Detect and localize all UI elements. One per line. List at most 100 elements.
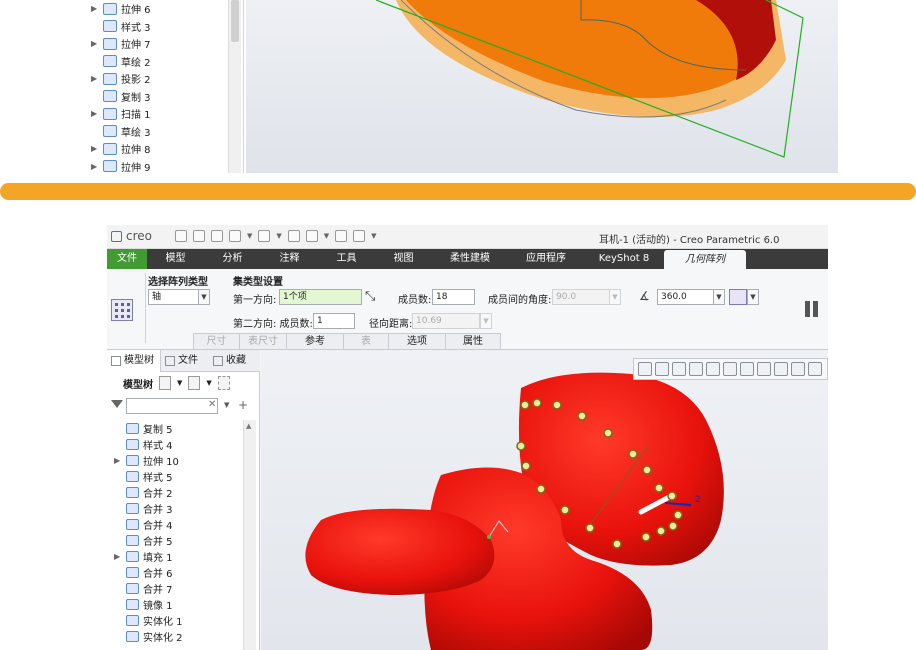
flip-direction-icon[interactable]: ⤡ [365, 289, 375, 304]
expand-arrow-icon[interactable]: ▶ [91, 144, 103, 153]
zoom-in-icon[interactable] [655, 362, 669, 376]
pattern-member-point[interactable] [603, 428, 613, 438]
tree-item[interactable]: ▶ 拉伸 9 [78, 158, 243, 176]
tree-item[interactable]: ▶ 扫描 1 [78, 105, 243, 123]
tab-tools[interactable]: 工具 [318, 249, 375, 269]
spin-center-icon[interactable] [791, 362, 805, 376]
chevron-down-icon[interactable]: ▼ [206, 379, 211, 387]
chevron-down-icon[interactable]: ▼ [198, 289, 210, 305]
radial-distance-input[interactable]: 10.69 [412, 313, 480, 329]
tab-analysis[interactable]: 分析 [204, 249, 261, 269]
pattern-member-point[interactable] [628, 449, 638, 459]
chevron-down-icon[interactable]: ▼ [609, 289, 621, 305]
open-file-icon[interactable] [193, 230, 205, 242]
subtab-properties[interactable]: 属性 [445, 333, 501, 349]
expand-arrow-icon[interactable]: ▶ [114, 456, 126, 465]
chevron-down-icon[interactable]: ▼ [713, 289, 725, 305]
redo-dropdown-icon[interactable]: ▼ [276, 232, 281, 240]
top-tree-scrollbar[interactable] [228, 0, 241, 173]
tree-item[interactable]: 复制 5 [107, 420, 242, 436]
pattern-member-point[interactable] [577, 411, 587, 421]
scroll-up-icon[interactable]: ▲ [246, 422, 251, 430]
expand-arrow-icon[interactable]: ▶ [114, 552, 126, 561]
tab-view[interactable]: 视图 [375, 249, 432, 269]
tab-model[interactable]: 模型 [147, 249, 204, 269]
add-icon[interactable]: + [238, 398, 248, 412]
customize-icon[interactable] [353, 230, 366, 242]
undo-dropdown-icon[interactable]: ▼ [247, 232, 252, 240]
tree-item[interactable]: 合并 2 [107, 484, 242, 500]
pattern-member-point[interactable] [552, 400, 562, 410]
tab-geometry-pattern[interactable]: 几何阵列 [664, 250, 746, 270]
refit-icon[interactable] [638, 362, 652, 376]
tab-file[interactable]: 文件 [107, 249, 147, 269]
close-icon[interactable]: ✕ [208, 399, 216, 410]
tree-item[interactable]: ▶ 拉伸 6 [78, 0, 243, 18]
pause-icon[interactable] [805, 301, 823, 317]
pattern-member-point[interactable] [612, 539, 622, 549]
tree-item[interactable]: 合并 6 [107, 564, 242, 580]
pattern-member-point[interactable] [532, 398, 542, 408]
dir2-members-input[interactable]: 1 [313, 313, 355, 329]
expand-arrow-icon[interactable]: ▶ [91, 74, 103, 83]
tree-scrollbar[interactable]: ▲ [243, 420, 256, 650]
repaint-icon[interactable] [689, 362, 703, 376]
pattern-member-point[interactable] [520, 400, 530, 410]
chevron-down-icon[interactable]: ▼ [747, 289, 759, 305]
tab-applications[interactable]: 应用程序 [508, 249, 584, 269]
search-input[interactable] [126, 398, 218, 414]
pattern-member-point[interactable] [668, 521, 678, 531]
pattern-member-point[interactable] [521, 461, 531, 471]
angle-between-input[interactable]: 90.0 [552, 289, 610, 305]
chevron-down-icon[interactable]: ▼ [480, 313, 492, 329]
tab-annotate[interactable]: 注释 [261, 249, 318, 269]
filter-icon[interactable] [111, 400, 123, 408]
tab-folder-browser[interactable]: 文件 [161, 350, 209, 372]
tree-item[interactable]: 实体化 2 [107, 628, 242, 644]
tree-filter-icon[interactable] [217, 376, 230, 390]
pattern-member-point[interactable] [642, 465, 652, 475]
tree-item[interactable]: 合并 5 [107, 532, 242, 548]
tree-item[interactable]: 合并 7 [107, 580, 242, 596]
pattern-member-point[interactable] [560, 505, 570, 515]
pattern-member-point[interactable] [641, 532, 651, 542]
tab-favorites[interactable]: 收藏 [209, 350, 259, 372]
subtab-dimensions[interactable]: 尺寸 [193, 333, 240, 349]
subtab-table-dimensions[interactable]: 表尺寸 [239, 333, 287, 349]
expand-arrow-icon[interactable]: ▶ [91, 4, 103, 13]
save-icon[interactable] [211, 230, 223, 242]
pattern-member-point[interactable] [585, 523, 595, 533]
annotation-display-icon[interactable] [808, 362, 822, 376]
zoom-out-icon[interactable] [672, 362, 686, 376]
tree-item[interactable]: 实体化 1 [107, 612, 242, 628]
expand-arrow-icon[interactable]: ▶ [91, 109, 103, 118]
subtab-table[interactable]: 表 [343, 333, 389, 349]
chevron-down-icon[interactable]: ▼ [224, 401, 229, 409]
tab-model-tree[interactable]: 模型树 [107, 350, 161, 372]
windows-icon[interactable] [305, 230, 318, 242]
close-window-icon[interactable] [335, 230, 348, 242]
pattern-member-point[interactable] [656, 526, 666, 536]
pattern-member-point[interactable] [654, 483, 664, 493]
more-icon[interactable]: ▼ [371, 232, 376, 240]
tree-item[interactable]: 草绘 3 [78, 123, 243, 141]
pattern-member-point[interactable] [536, 484, 546, 494]
show-icon[interactable] [188, 376, 201, 390]
chevron-down-icon[interactable]: ▼ [177, 379, 182, 387]
regenerate-icon[interactable] [287, 230, 300, 242]
subtab-references[interactable]: 参考 [286, 333, 344, 349]
datum-display-icon[interactable] [774, 362, 788, 376]
expand-arrow-icon[interactable]: ▶ [91, 162, 103, 171]
view-manager-icon[interactable] [740, 362, 754, 376]
pattern-member-point[interactable] [516, 441, 526, 451]
graphics-window[interactable]: 2 [261, 350, 828, 650]
members-input[interactable]: 18 [432, 289, 475, 305]
tree-item[interactable]: 样式 5 [107, 468, 242, 484]
pattern-type-select[interactable]: 轴 [148, 289, 200, 305]
dir1-collector[interactable]: 1个项 [279, 289, 362, 305]
tree-item[interactable]: 镜像 1 [107, 596, 242, 612]
tree-item[interactable]: 样式 3 [78, 18, 243, 36]
tree-item[interactable]: ▶ 填充 1 [107, 548, 242, 564]
windows-dropdown-icon[interactable]: ▼ [324, 232, 329, 240]
tree-item[interactable]: 合并 4 [107, 516, 242, 532]
